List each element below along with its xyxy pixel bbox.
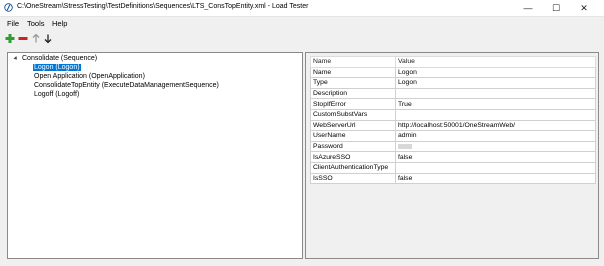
- property-value[interactable]: http://localhost:50001/OneStreamWeb/: [395, 119, 596, 132]
- column-header-value: Value: [395, 56, 596, 68]
- tree-item-logoff[interactable]: Logoff (Logoff): [33, 91, 80, 98]
- property-value[interactable]: Logon: [395, 66, 596, 79]
- property-row: Password: [310, 140, 596, 153]
- sequence-tree[interactable]: Consolidate (Sequence) Logon (Logon) Ope…: [7, 52, 303, 259]
- tree-item-logon[interactable]: Logon (Logon): [33, 64, 81, 71]
- remove-icon[interactable]: [18, 33, 28, 44]
- tree-item-open-application[interactable]: Open Application (OpenApplication): [33, 73, 146, 80]
- property-row: UserName admin: [310, 130, 596, 142]
- property-value[interactable]: [395, 87, 596, 100]
- property-value[interactable]: admin: [395, 130, 596, 142]
- move-down-icon[interactable]: [43, 33, 53, 44]
- property-name: WebServerUrl: [310, 119, 396, 132]
- password-value[interactable]: [395, 140, 596, 153]
- property-row: IsAzureSSO false: [310, 151, 596, 163]
- property-header-row: Name Value: [310, 56, 596, 68]
- menu-bar: File Tools Help: [0, 18, 604, 30]
- add-icon[interactable]: [5, 33, 15, 44]
- property-row: IsSSO false: [310, 172, 596, 185]
- minimize-button[interactable]: —: [516, 0, 540, 16]
- property-row: ClientAuthenticationType: [310, 161, 596, 174]
- property-grid: Name Value Name Logon Type Logon Descrip…: [305, 52, 599, 259]
- property-row: Description: [310, 87, 596, 100]
- maximize-button[interactable]: ☐: [544, 0, 568, 16]
- property-value[interactable]: false: [395, 172, 596, 185]
- property-name: Password: [310, 140, 396, 153]
- property-table: Name Value Name Logon Type Logon Descrip…: [310, 56, 596, 185]
- tree-item-consolidate-top-entity[interactable]: ConsolidateTopEntity (ExecuteDataManagem…: [33, 82, 220, 89]
- column-header-name: Name: [310, 56, 396, 68]
- property-name: CustomSubstVars: [310, 108, 396, 121]
- window-title: C:\OneStream\StressTesting\TestDefinitio…: [17, 3, 309, 10]
- menu-help[interactable]: Help: [52, 19, 67, 28]
- property-value[interactable]: Logon: [395, 77, 596, 89]
- menu-tools[interactable]: Tools: [27, 19, 45, 28]
- move-up-icon[interactable]: [31, 33, 41, 44]
- masked-password: [398, 143, 412, 149]
- property-value[interactable]: false: [395, 151, 596, 163]
- property-name: ClientAuthenticationType: [310, 161, 396, 174]
- property-name: UserName: [310, 130, 396, 142]
- property-value[interactable]: [395, 161, 596, 174]
- title-bar: C:\OneStream\StressTesting\TestDefinitio…: [0, 0, 604, 17]
- property-row: StopIfError True: [310, 98, 596, 110]
- toolbar: [0, 33, 604, 45]
- property-value[interactable]: [395, 108, 596, 121]
- menu-file[interactable]: File: [7, 19, 19, 28]
- property-row: CustomSubstVars: [310, 108, 596, 121]
- app-logo-icon: [4, 3, 13, 12]
- property-name: Name: [310, 66, 396, 79]
- close-button[interactable]: ✕: [572, 0, 596, 16]
- collapse-arrow-icon[interactable]: [13, 56, 19, 61]
- property-name: IsAzureSSO: [310, 151, 396, 163]
- property-row: Name Logon: [310, 66, 596, 79]
- property-name: Description: [310, 87, 396, 100]
- tree-root-label: Consolidate (Sequence): [22, 55, 98, 62]
- property-name: Type: [310, 77, 396, 89]
- property-name: IsSSO: [310, 172, 396, 185]
- property-row: WebServerUrl http://localhost:50001/OneS…: [310, 119, 596, 132]
- property-row: Type Logon: [310, 77, 596, 89]
- property-name: StopIfError: [310, 98, 396, 110]
- property-value[interactable]: True: [395, 98, 596, 110]
